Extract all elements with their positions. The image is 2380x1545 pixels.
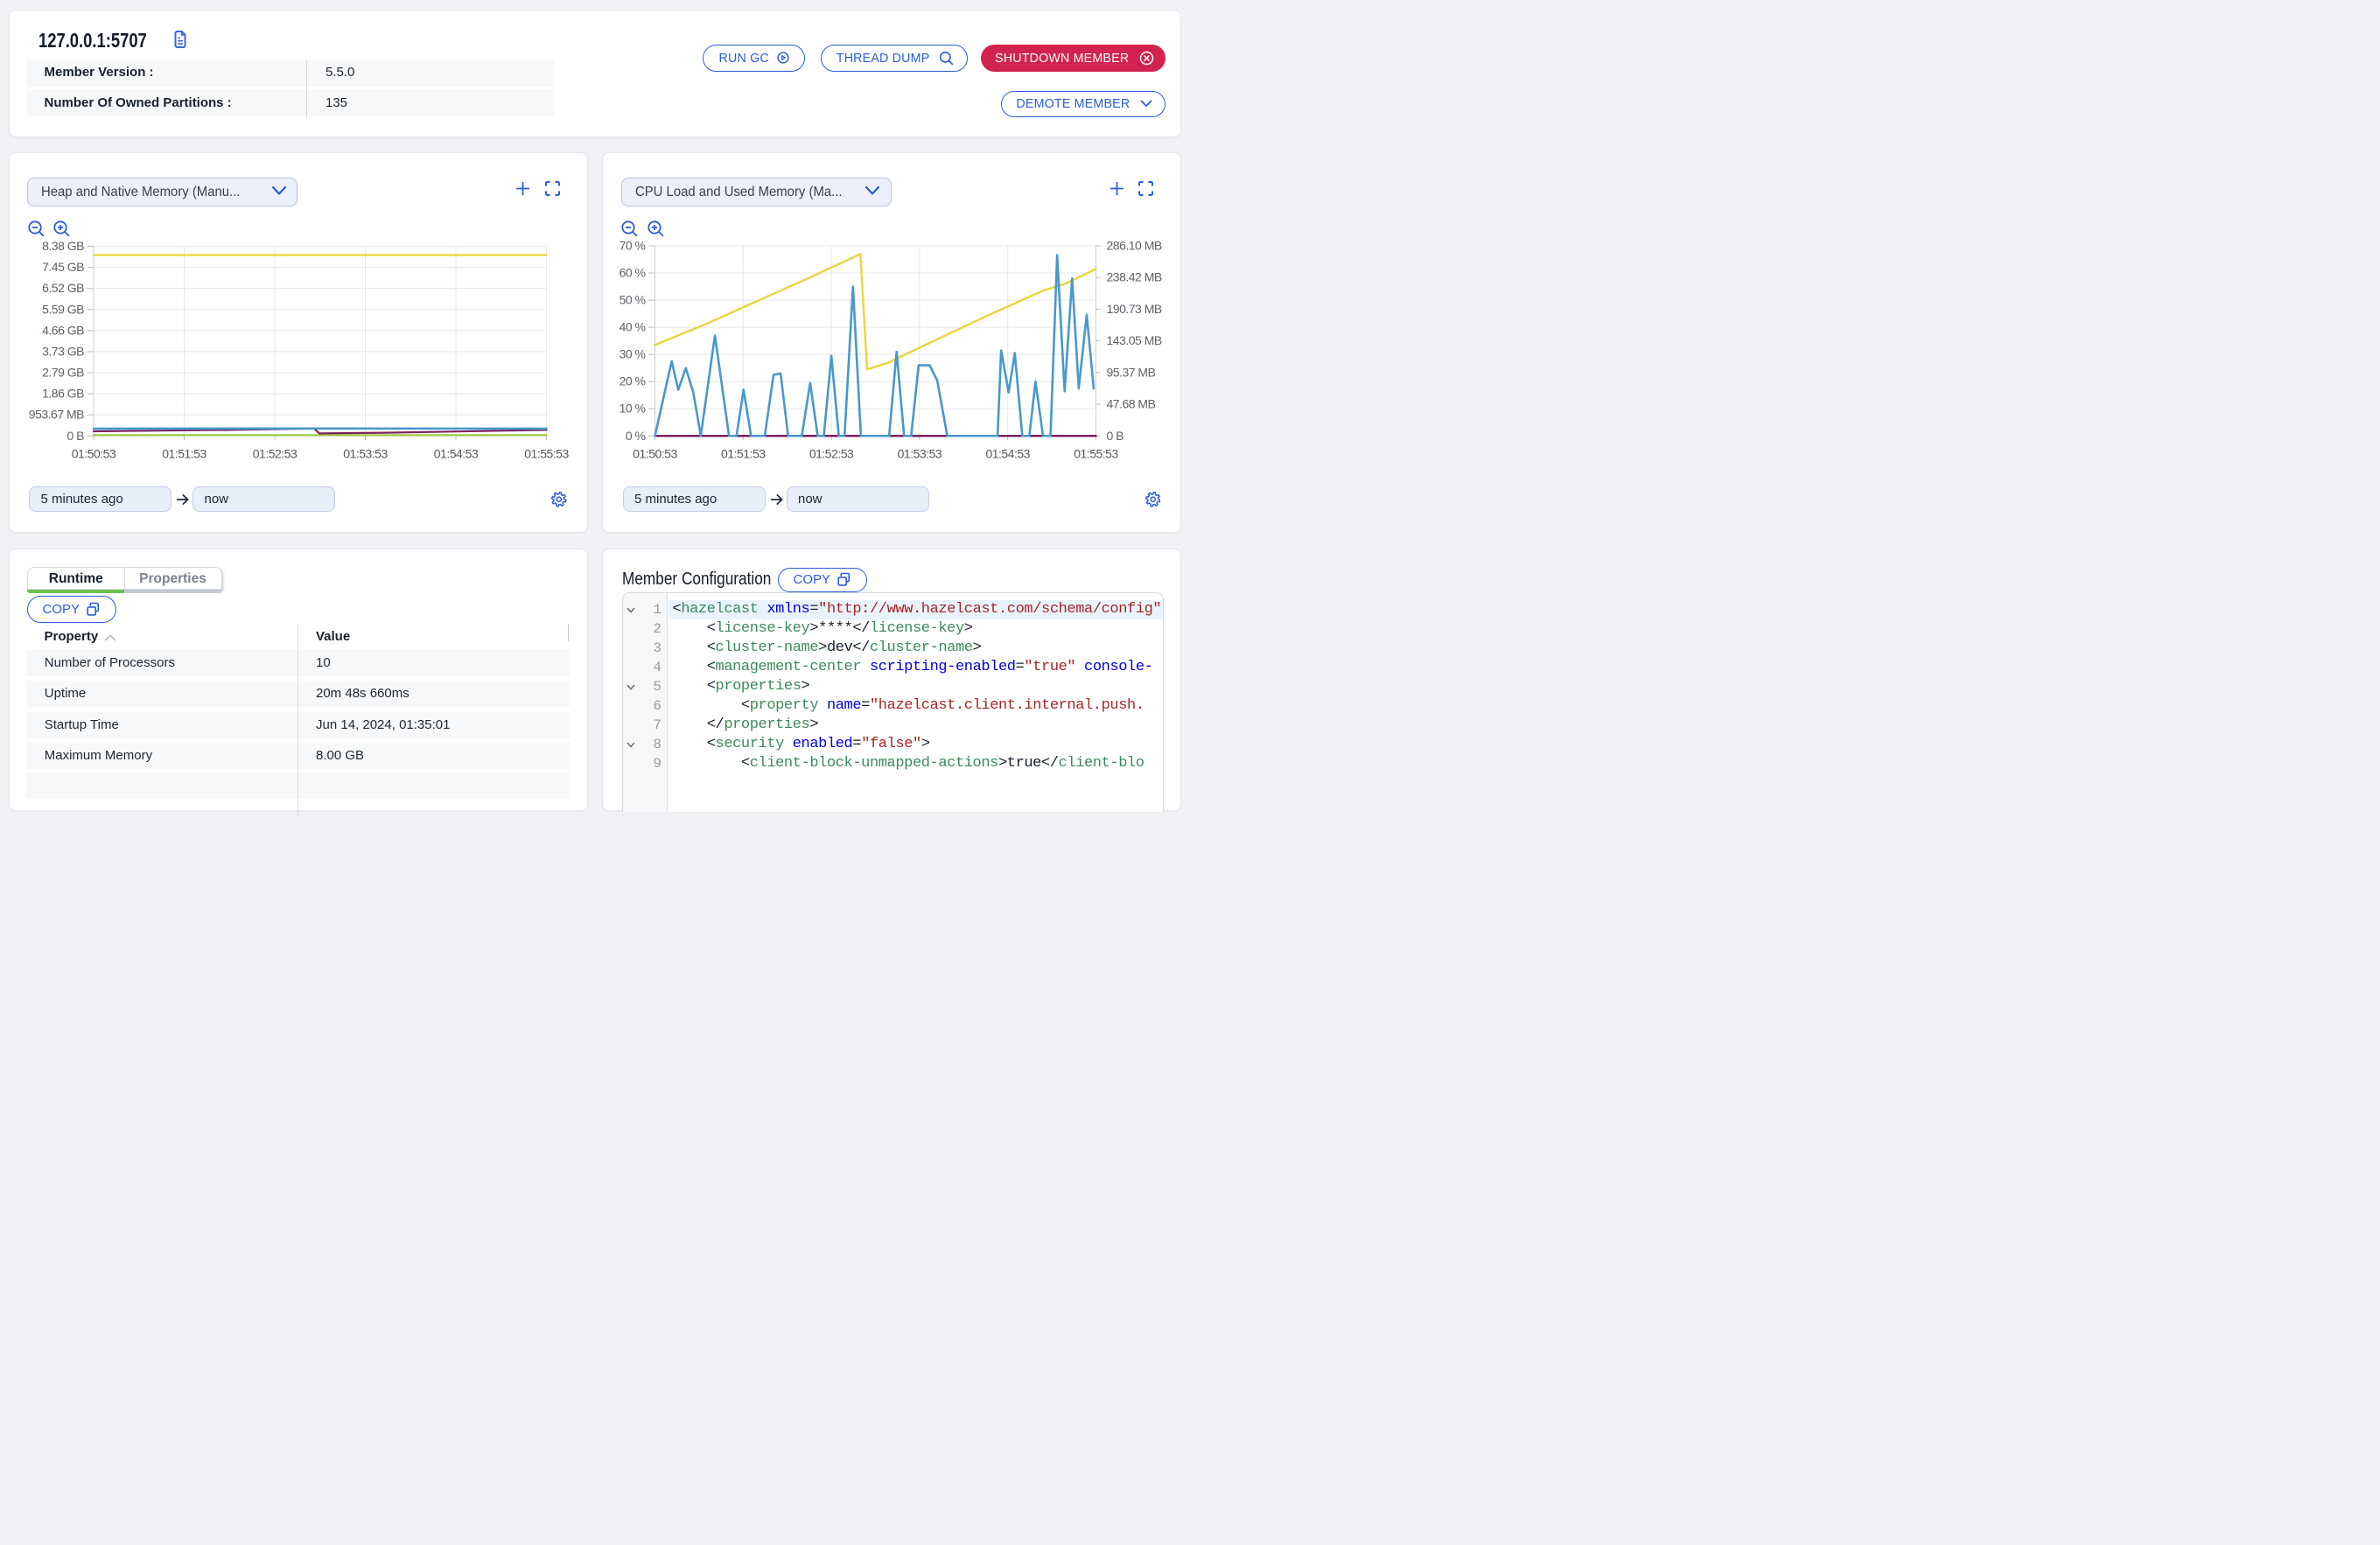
svg-text:7.45 GB: 7.45 GB — [42, 260, 84, 274]
svg-text:143.05 MB: 143.05 MB — [1107, 333, 1162, 347]
svg-text:01:55:53: 01:55:53 — [1074, 446, 1118, 460]
svg-text:01:53:53: 01:53:53 — [898, 446, 942, 460]
svg-text:01:51:53: 01:51:53 — [162, 446, 206, 460]
svg-text:30 %: 30 % — [620, 347, 646, 361]
svg-text:190.73 MB: 190.73 MB — [1107, 302, 1162, 316]
svg-text:01:55:53: 01:55:53 — [524, 446, 569, 460]
svg-text:40 %: 40 % — [620, 320, 646, 334]
svg-text:8.38 GB: 8.38 GB — [42, 239, 84, 253]
svg-text:01:50:53: 01:50:53 — [71, 446, 116, 460]
svg-text:10 %: 10 % — [620, 402, 646, 416]
svg-text:3.73 GB: 3.73 GB — [42, 344, 84, 358]
svg-text:0 B: 0 B — [66, 429, 84, 443]
svg-text:0 B: 0 B — [1107, 429, 1124, 443]
svg-text:50 %: 50 % — [620, 293, 646, 307]
svg-text:95.37 MB: 95.37 MB — [1107, 365, 1156, 379]
svg-text:0 %: 0 % — [626, 429, 646, 443]
svg-text:2.79 GB: 2.79 GB — [42, 366, 84, 380]
svg-text:01:53:53: 01:53:53 — [343, 446, 388, 460]
svg-text:01:54:53: 01:54:53 — [985, 446, 1030, 460]
svg-text:01:52:53: 01:52:53 — [809, 446, 854, 460]
svg-text:01:54:53: 01:54:53 — [433, 446, 478, 460]
svg-text:286.10 MB: 286.10 MB — [1107, 239, 1162, 253]
svg-text:5.59 GB: 5.59 GB — [42, 302, 84, 316]
svg-text:70 %: 70 % — [620, 239, 646, 253]
svg-text:01:50:53: 01:50:53 — [633, 446, 677, 460]
svg-text:20 %: 20 % — [620, 374, 646, 388]
svg-text:6.52 GB: 6.52 GB — [42, 281, 84, 295]
svg-text:4.66 GB: 4.66 GB — [42, 323, 84, 337]
svg-text:01:52:53: 01:52:53 — [252, 446, 297, 460]
svg-text:953.67 MB: 953.67 MB — [28, 408, 83, 422]
svg-text:1.86 GB: 1.86 GB — [42, 387, 84, 401]
svg-text:47.68 MB: 47.68 MB — [1107, 397, 1156, 411]
svg-text:60 %: 60 % — [620, 266, 646, 280]
svg-text:01:51:53: 01:51:53 — [721, 446, 766, 460]
svg-text:238.42 MB: 238.42 MB — [1107, 270, 1162, 284]
